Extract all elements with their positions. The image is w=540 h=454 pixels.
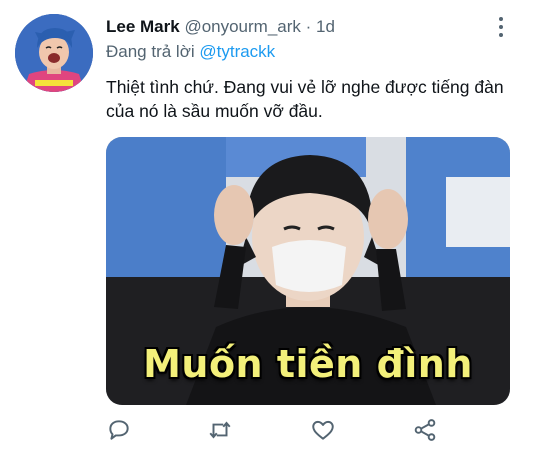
retweet-icon [209,421,231,439]
author-name[interactable]: Lee Mark [106,17,180,36]
share-button[interactable] [412,417,438,443]
reply-button[interactable] [106,417,132,443]
author-handle[interactable]: @onyourm_ark [184,17,300,36]
avatar-image [15,14,93,92]
separator-dot: · [305,17,312,36]
share-icon [414,419,436,441]
heart-icon [312,420,334,440]
tweet-header: Lee Mark @onyourm_ark · 1d [106,16,510,38]
replying-to-label: Đang trả lời [106,42,200,61]
timestamp[interactable]: 1d [316,17,335,36]
retweet-button[interactable] [207,417,233,443]
tweet-actions [106,417,446,445]
tweet-text: Thiệt tình chứ. Đang vui vẻ lỡ nghe được… [106,77,504,121]
reply-icon [109,420,129,440]
tweet-media[interactable]: Muốn tiền đình [106,137,510,405]
more-dot [499,33,503,37]
media-caption: Muốn tiền đình [143,342,473,386]
reply-mention-link[interactable]: @tytrackk [199,42,275,61]
avatar[interactable] [15,14,93,92]
more-options-icon[interactable] [497,14,505,40]
replying-to: Đang trả lời @tytrackk [106,41,275,63]
more-dot [499,17,503,21]
like-button[interactable] [310,417,336,443]
more-dot [499,25,503,29]
